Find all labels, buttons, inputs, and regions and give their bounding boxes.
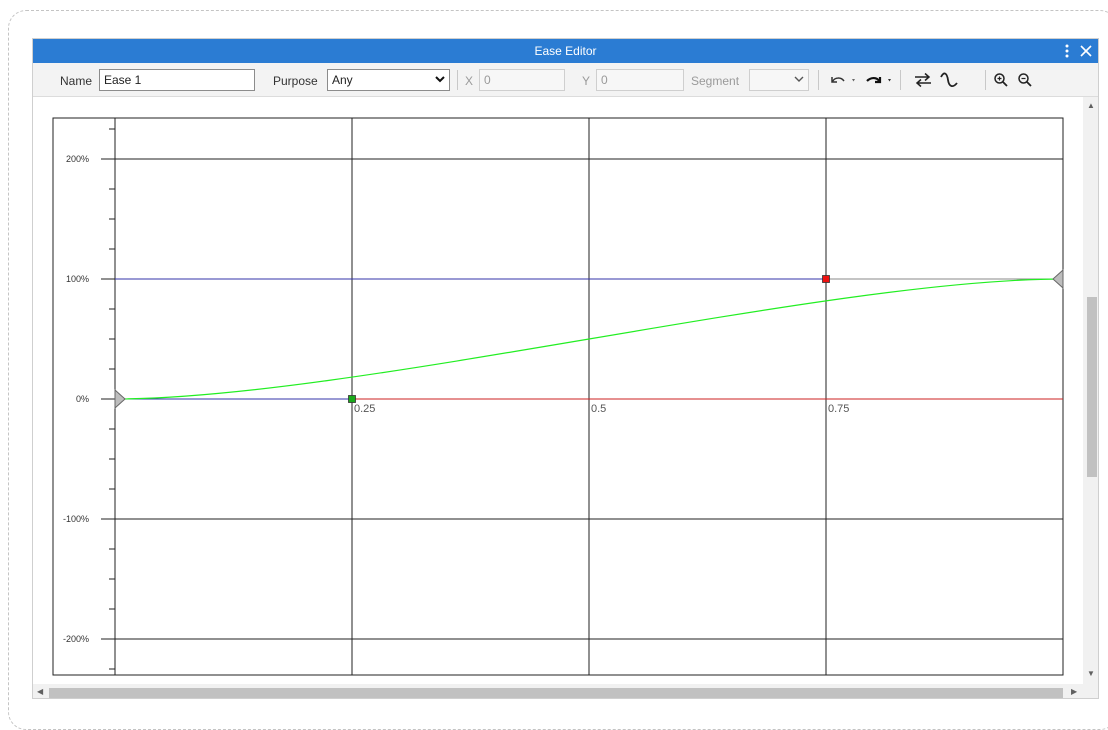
purpose-value: Any	[332, 73, 353, 87]
ease-editor-window: Ease Editor Name Purpose Any X Y Segment	[32, 38, 1099, 699]
curve-canvas[interactable]: 200% 100% 0% -100% -200% 0.25 0.5 0.75	[33, 97, 1083, 684]
control-point-2[interactable]	[822, 275, 830, 283]
y-input[interactable]	[596, 69, 684, 91]
name-input[interactable]	[99, 69, 255, 91]
chevron-down-icon	[434, 73, 446, 88]
window-title: Ease Editor	[534, 44, 597, 58]
more-vertical-icon[interactable]	[1057, 41, 1077, 61]
scroll-right-icon[interactable]: ▶	[1071, 687, 1077, 696]
x-tick-label: 0.75	[828, 403, 849, 415]
title-bar: Ease Editor	[33, 39, 1098, 63]
horizontal-scrollbar[interactable]: ◀ ▶	[33, 684, 1083, 698]
scroll-up-icon[interactable]: ▲	[1087, 101, 1095, 110]
toolbar-separator	[985, 70, 986, 90]
purpose-label: Purpose	[273, 74, 318, 88]
y-tick-label: 200%	[66, 154, 89, 164]
segment-label: Segment	[691, 74, 740, 88]
scroll-left-icon[interactable]: ◀	[37, 687, 43, 696]
undo-icon[interactable]	[828, 69, 858, 91]
y-label: Y	[582, 74, 591, 88]
zoom-in-icon[interactable]	[991, 69, 1011, 91]
x-input[interactable]	[479, 69, 565, 91]
close-icon[interactable]	[1076, 41, 1096, 61]
y-tick-label: 100%	[66, 274, 89, 284]
x-tick-label: 0.25	[354, 403, 375, 415]
x-tick-label: 0.5	[591, 403, 606, 415]
toolbar: Name Purpose Any X Y Segment	[33, 63, 1098, 97]
y-tick-label: -100%	[63, 514, 89, 524]
start-point-marker[interactable]	[114, 388, 126, 410]
control-point-1[interactable]	[348, 395, 356, 403]
y-tick-label: -200%	[63, 634, 89, 644]
vertical-scrollbar[interactable]: ▲ ▼	[1083, 97, 1098, 684]
segment-select[interactable]	[749, 69, 809, 91]
vertical-scroll-thumb[interactable]	[1087, 297, 1097, 477]
toolbar-separator	[900, 70, 901, 90]
curve-icon[interactable]	[938, 69, 960, 91]
scroll-down-icon[interactable]: ▼	[1087, 669, 1095, 678]
y-tick-label: 0%	[76, 394, 89, 404]
chevron-down-icon	[793, 73, 805, 88]
toolbar-separator	[818, 70, 819, 90]
end-point-marker[interactable]	[1052, 268, 1064, 290]
scrollbar-corner	[1083, 684, 1098, 698]
ease-curve-plot[interactable]: 200% 100% 0% -100% -200% 0.25 0.5 0.75	[33, 97, 1083, 684]
swap-icon[interactable]	[912, 69, 934, 91]
name-label: Name	[60, 74, 93, 88]
redo-icon[interactable]	[863, 69, 895, 91]
zoom-out-icon[interactable]	[1015, 69, 1035, 91]
plot-frame	[52, 117, 1064, 676]
horizontal-scroll-thumb[interactable]	[49, 688, 1063, 698]
x-label: X	[465, 74, 474, 88]
toolbar-separator	[457, 70, 458, 90]
purpose-select[interactable]: Any	[327, 69, 450, 91]
